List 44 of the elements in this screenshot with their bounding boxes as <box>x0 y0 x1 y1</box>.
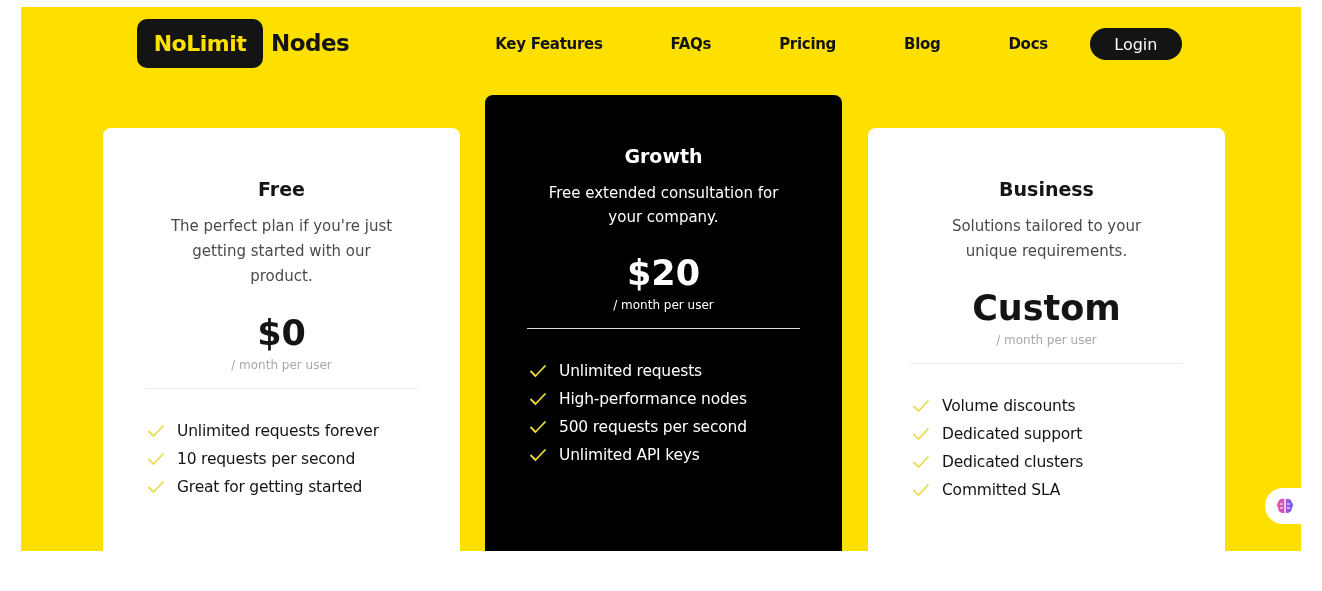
nav-link[interactable]: Blog <box>904 35 941 53</box>
feature-text: Dedicated support <box>942 425 1083 443</box>
plan-name: Growth <box>624 145 703 167</box>
feature-text: Committed SLA <box>942 481 1061 499</box>
assistant-widget[interactable] <box>1265 488 1301 524</box>
nav-link[interactable]: Docs <box>1008 35 1048 53</box>
plan-description: Solutions tailored to your unique requirements. <box>950 216 1143 262</box>
logo-badge[interactable]: NoLimit <box>137 18 263 68</box>
check-icon <box>912 399 930 413</box>
plan-name: Business <box>999 178 1094 200</box>
feature-text: 10 requests per second <box>177 450 356 468</box>
price-period: / month per user <box>613 298 714 312</box>
feature-text: Unlimited requests forever <box>177 422 379 440</box>
plan-description: The perfect plan if you're just getting started with our product. <box>169 216 394 287</box>
nav-link[interactable]: Key Features <box>495 35 603 53</box>
check-icon <box>147 480 165 494</box>
brain-icon <box>1275 496 1295 516</box>
check-icon <box>147 424 165 438</box>
check-icon <box>912 483 930 497</box>
plan-price: Custom <box>972 287 1121 330</box>
check-icon <box>912 455 930 469</box>
plan-price: $0 <box>257 312 306 355</box>
check-icon <box>147 452 165 466</box>
plan-description: Free extended consultation for your company. <box>547 183 780 228</box>
feature-text: 500 requests per second <box>559 418 747 436</box>
feature-text: Dedicated clusters <box>942 453 1084 471</box>
check-icon <box>529 392 547 406</box>
check-icon <box>529 420 547 434</box>
feature-text: Volume discounts <box>942 397 1076 415</box>
nav-link[interactable]: Pricing <box>779 35 837 53</box>
check-icon <box>912 427 930 441</box>
feature-text: High-performance nodes <box>559 390 747 408</box>
logo-text[interactable]: Nodes <box>271 30 350 56</box>
plan-price: $20 <box>626 252 701 295</box>
feature-text: Unlimited API keys <box>559 446 700 464</box>
price-period: / month per user <box>996 333 1097 347</box>
price-period: / month per user <box>231 358 332 372</box>
plan-name: Free <box>258 178 305 200</box>
feature-text: Great for getting started <box>177 478 363 496</box>
nav-link[interactable]: FAQs <box>670 35 712 53</box>
login-button[interactable]: Login <box>1089 28 1182 60</box>
feature-text: Unlimited requests <box>559 362 702 380</box>
check-icon <box>529 448 547 462</box>
check-icon <box>529 364 547 378</box>
